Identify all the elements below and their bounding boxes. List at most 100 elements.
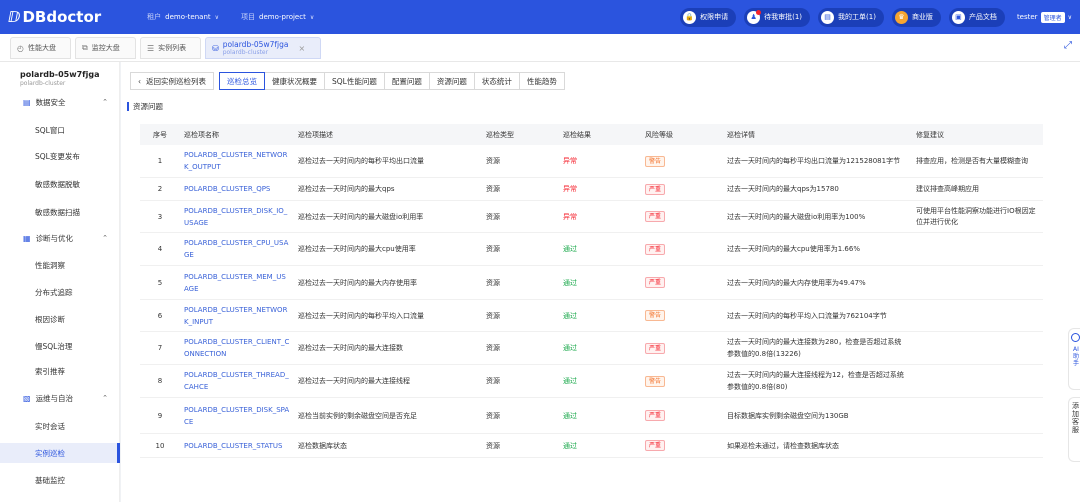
- tenant-selector[interactable]: 租户 demo-tenant ∨: [147, 12, 219, 22]
- cell-result: 通过: [563, 245, 577, 253]
- sidebar-item-data-masking[interactable]: 敏感数据脱敏: [0, 174, 120, 194]
- cell-result: 通过: [563, 278, 577, 287]
- database-icon: ⛁: [212, 43, 219, 53]
- cell-name-link[interactable]: POLARDB_CLUSTER_DISK_SPACE: [180, 404, 294, 428]
- back-to-list-button[interactable]: ‹ 返回实例巡检列表: [130, 72, 214, 90]
- risk-badge: 严重: [645, 277, 666, 288]
- sidebar-item-data-scan[interactable]: 敏感数据扫描: [0, 202, 120, 222]
- cell-no: 9: [157, 411, 163, 420]
- col-header: 序号: [153, 130, 167, 139]
- sidebar-group-diagnosis[interactable]: ▦ 诊断与优化 ⌃: [0, 228, 120, 248]
- sidebar-item-index-advice[interactable]: 索引推荐: [0, 361, 120, 381]
- nav-label: 配置问题: [391, 76, 422, 86]
- permission-request-label: 权限申请: [700, 13, 729, 21]
- sidebar-item-instance-inspection[interactable]: 实例巡检: [0, 443, 120, 463]
- item-label: 敏感数据脱敏: [35, 179, 80, 189]
- tab-monitor-dashboard[interactable]: ⧉ 监控大盘: [75, 37, 136, 59]
- tab-status-stats[interactable]: 状态统计: [473, 72, 520, 90]
- tab-label: 实例列表: [158, 44, 187, 52]
- user-name: tester: [1016, 13, 1038, 21]
- col-header: 巡检结果: [563, 130, 591, 139]
- logo[interactable]: ⅅ DBdoctor: [8, 8, 101, 26]
- cell-name-link[interactable]: POLARDB_CLUSTER_CPU_USAGE: [180, 237, 294, 261]
- commercial-edition-button[interactable]: ♛ 商业版: [891, 7, 941, 27]
- crown-icon: ♛: [894, 10, 908, 24]
- cell-name-link[interactable]: POLARDB_CLUSTER_NETWORK_OUTPUT: [180, 149, 294, 173]
- cell-type: 资源: [486, 212, 500, 221]
- chevron-up-icon: ⌃: [102, 394, 108, 402]
- permission-request-button[interactable]: 🔒 权限申请: [680, 7, 737, 27]
- table-row: 5 POLARDB_CLUSTER_MEM_USAGE 巡检过去一天时间内的最大…: [140, 266, 1043, 300]
- tab-sql-performance[interactable]: SQL性能问题: [324, 72, 385, 90]
- tab-performance-dashboard[interactable]: ◴ 性能大盘: [10, 37, 71, 59]
- my-tickets-button[interactable]: ▤ 我的工单(1): [818, 7, 884, 27]
- instance-type: polardb-cluster: [20, 80, 66, 87]
- cell-no: 1: [157, 157, 163, 165]
- table-row: 2 POLARDB_CLUSTER_QPS 巡检过去一天时间内的最大qps 资源…: [140, 178, 1043, 201]
- monitor-icon: ⧉: [82, 43, 88, 52]
- item-label: 根因诊断: [35, 314, 65, 324]
- cell-name-link[interactable]: POLARDB_CLUSTER_DISK_IO_USAGE: [180, 205, 294, 229]
- user-menu[interactable]: tester 管理者 ∨: [1016, 11, 1072, 23]
- cell-name-link[interactable]: POLARDB_CLUSTER_CLIENT_CONNECTION: [180, 336, 294, 360]
- chevron-up-icon: ⌃: [102, 98, 108, 106]
- cell-detail: 如果巡检未通过，请检查数据库状态: [727, 441, 839, 450]
- tab-config-issues[interactable]: 配置问题: [383, 72, 430, 90]
- table-row: 8 POLARDB_CLUSTER_THREAD_CAHCE 巡检过去一天时间内…: [140, 365, 1043, 398]
- tab-instance-polardb[interactable]: ⛁ polardb-05w7fjga polardb-cluster ×: [205, 37, 321, 59]
- col-header: 巡检项名称: [184, 130, 219, 139]
- tab-health-summary[interactable]: 健康状况概要: [264, 72, 325, 90]
- ai-assistant-button[interactable]: AI助手: [1068, 328, 1080, 390]
- sidebar-item-performance-insight[interactable]: 性能洞察: [0, 255, 120, 275]
- sidebar: polardb-05w7fjga polardb-cluster ▤ 数据安全 …: [0, 62, 120, 502]
- tab-overview[interactable]: 巡检总览: [219, 72, 265, 90]
- product-docs-button[interactable]: ▣ 产品文档: [948, 7, 1005, 27]
- sidebar-item-tracing[interactable]: 分布式追踪: [0, 282, 120, 302]
- cell-no: 8: [157, 377, 163, 385]
- tab-resource-issues[interactable]: 资源问题: [428, 72, 475, 90]
- cell-name-link[interactable]: POLARDB_CLUSTER_QPS: [180, 183, 294, 195]
- dashboard-icon: ◴: [17, 43, 24, 53]
- sidebar-item-basic-monitor[interactable]: 基础监控: [0, 470, 120, 490]
- cell-detail: 过去一天时间内的每秒平均入口流量为762104字节: [727, 311, 887, 320]
- cell-desc: 巡检过去一天时间内的最大qps: [298, 185, 395, 193]
- risk-badge: 警告: [645, 155, 666, 167]
- cell-name-link[interactable]: POLARDB_CLUSTER_MEM_USAGE: [180, 271, 294, 295]
- risk-badge: 严重: [645, 183, 666, 195]
- my-tickets-label: 我的工单(1): [838, 13, 876, 21]
- sidebar-item-slow-sql[interactable]: 慢SQL治理: [0, 336, 120, 356]
- close-icon[interactable]: ×: [298, 44, 305, 53]
- nav-label: 巡检总览: [227, 76, 257, 86]
- ops-icon: ▧: [23, 393, 31, 403]
- cell-desc: 巡检过去一天时间内的最大连接线程: [298, 377, 410, 385]
- fullscreen-icon[interactable]: ⤢: [1064, 40, 1072, 51]
- nav-label: 资源问题: [436, 76, 467, 86]
- cell-suggestion: 排查应用，检测是否有大量模糊查询: [916, 156, 1028, 165]
- page-tab-bar: ◴ 性能大盘 ⧉ 监控大盘 ☰ 实例列表 ⛁ polardb-05w7fjga …: [0, 34, 1080, 62]
- nav-label: 性能趋势: [526, 76, 557, 86]
- sidebar-instance-header: polardb-05w7fjga polardb-cluster: [0, 62, 119, 92]
- project-selector[interactable]: 项目 demo-project ∨: [241, 12, 314, 22]
- cell-result: 异常: [563, 157, 577, 165]
- pending-approval-button[interactable]: ♟ 待我审批(1): [744, 7, 811, 27]
- sidebar-item-sql-release[interactable]: SQL变更发布: [0, 146, 120, 166]
- back-label: 返回实例巡检列表: [146, 76, 206, 86]
- customer-service-button[interactable]: 添加客服: [1068, 397, 1080, 462]
- cell-no: 2: [157, 185, 163, 193]
- sidebar-item-realtime-session[interactable]: 实时会话: [0, 416, 120, 436]
- cell-type: 资源: [486, 344, 500, 352]
- cell-result: 异常: [563, 212, 577, 221]
- sidebar-item-sql-window[interactable]: SQL窗口: [0, 120, 120, 140]
- cell-desc: 巡检过去一天时间内的最大内存使用率: [298, 278, 417, 287]
- cell-name-link[interactable]: POLARDB_CLUSTER_NETWORK_INPUT: [180, 304, 294, 328]
- tab-instance-list[interactable]: ☰ 实例列表: [140, 37, 201, 59]
- cell-type: 资源: [486, 411, 500, 420]
- sidebar-item-root-cause[interactable]: 根因诊断: [0, 309, 120, 329]
- diagnosis-icon: ▦: [23, 233, 31, 243]
- tab-performance-trend[interactable]: 性能趋势: [518, 72, 565, 90]
- cell-type: 资源: [486, 377, 500, 385]
- cell-name-link[interactable]: POLARDB_CLUSTER_STATUS: [180, 440, 294, 452]
- sidebar-group-data-security[interactable]: ▤ 数据安全 ⌃: [0, 92, 120, 112]
- cell-name-link[interactable]: POLARDB_CLUSTER_THREAD_CAHCE: [180, 369, 294, 393]
- sidebar-group-ops[interactable]: ▧ 运维与自治 ⌃: [0, 388, 120, 408]
